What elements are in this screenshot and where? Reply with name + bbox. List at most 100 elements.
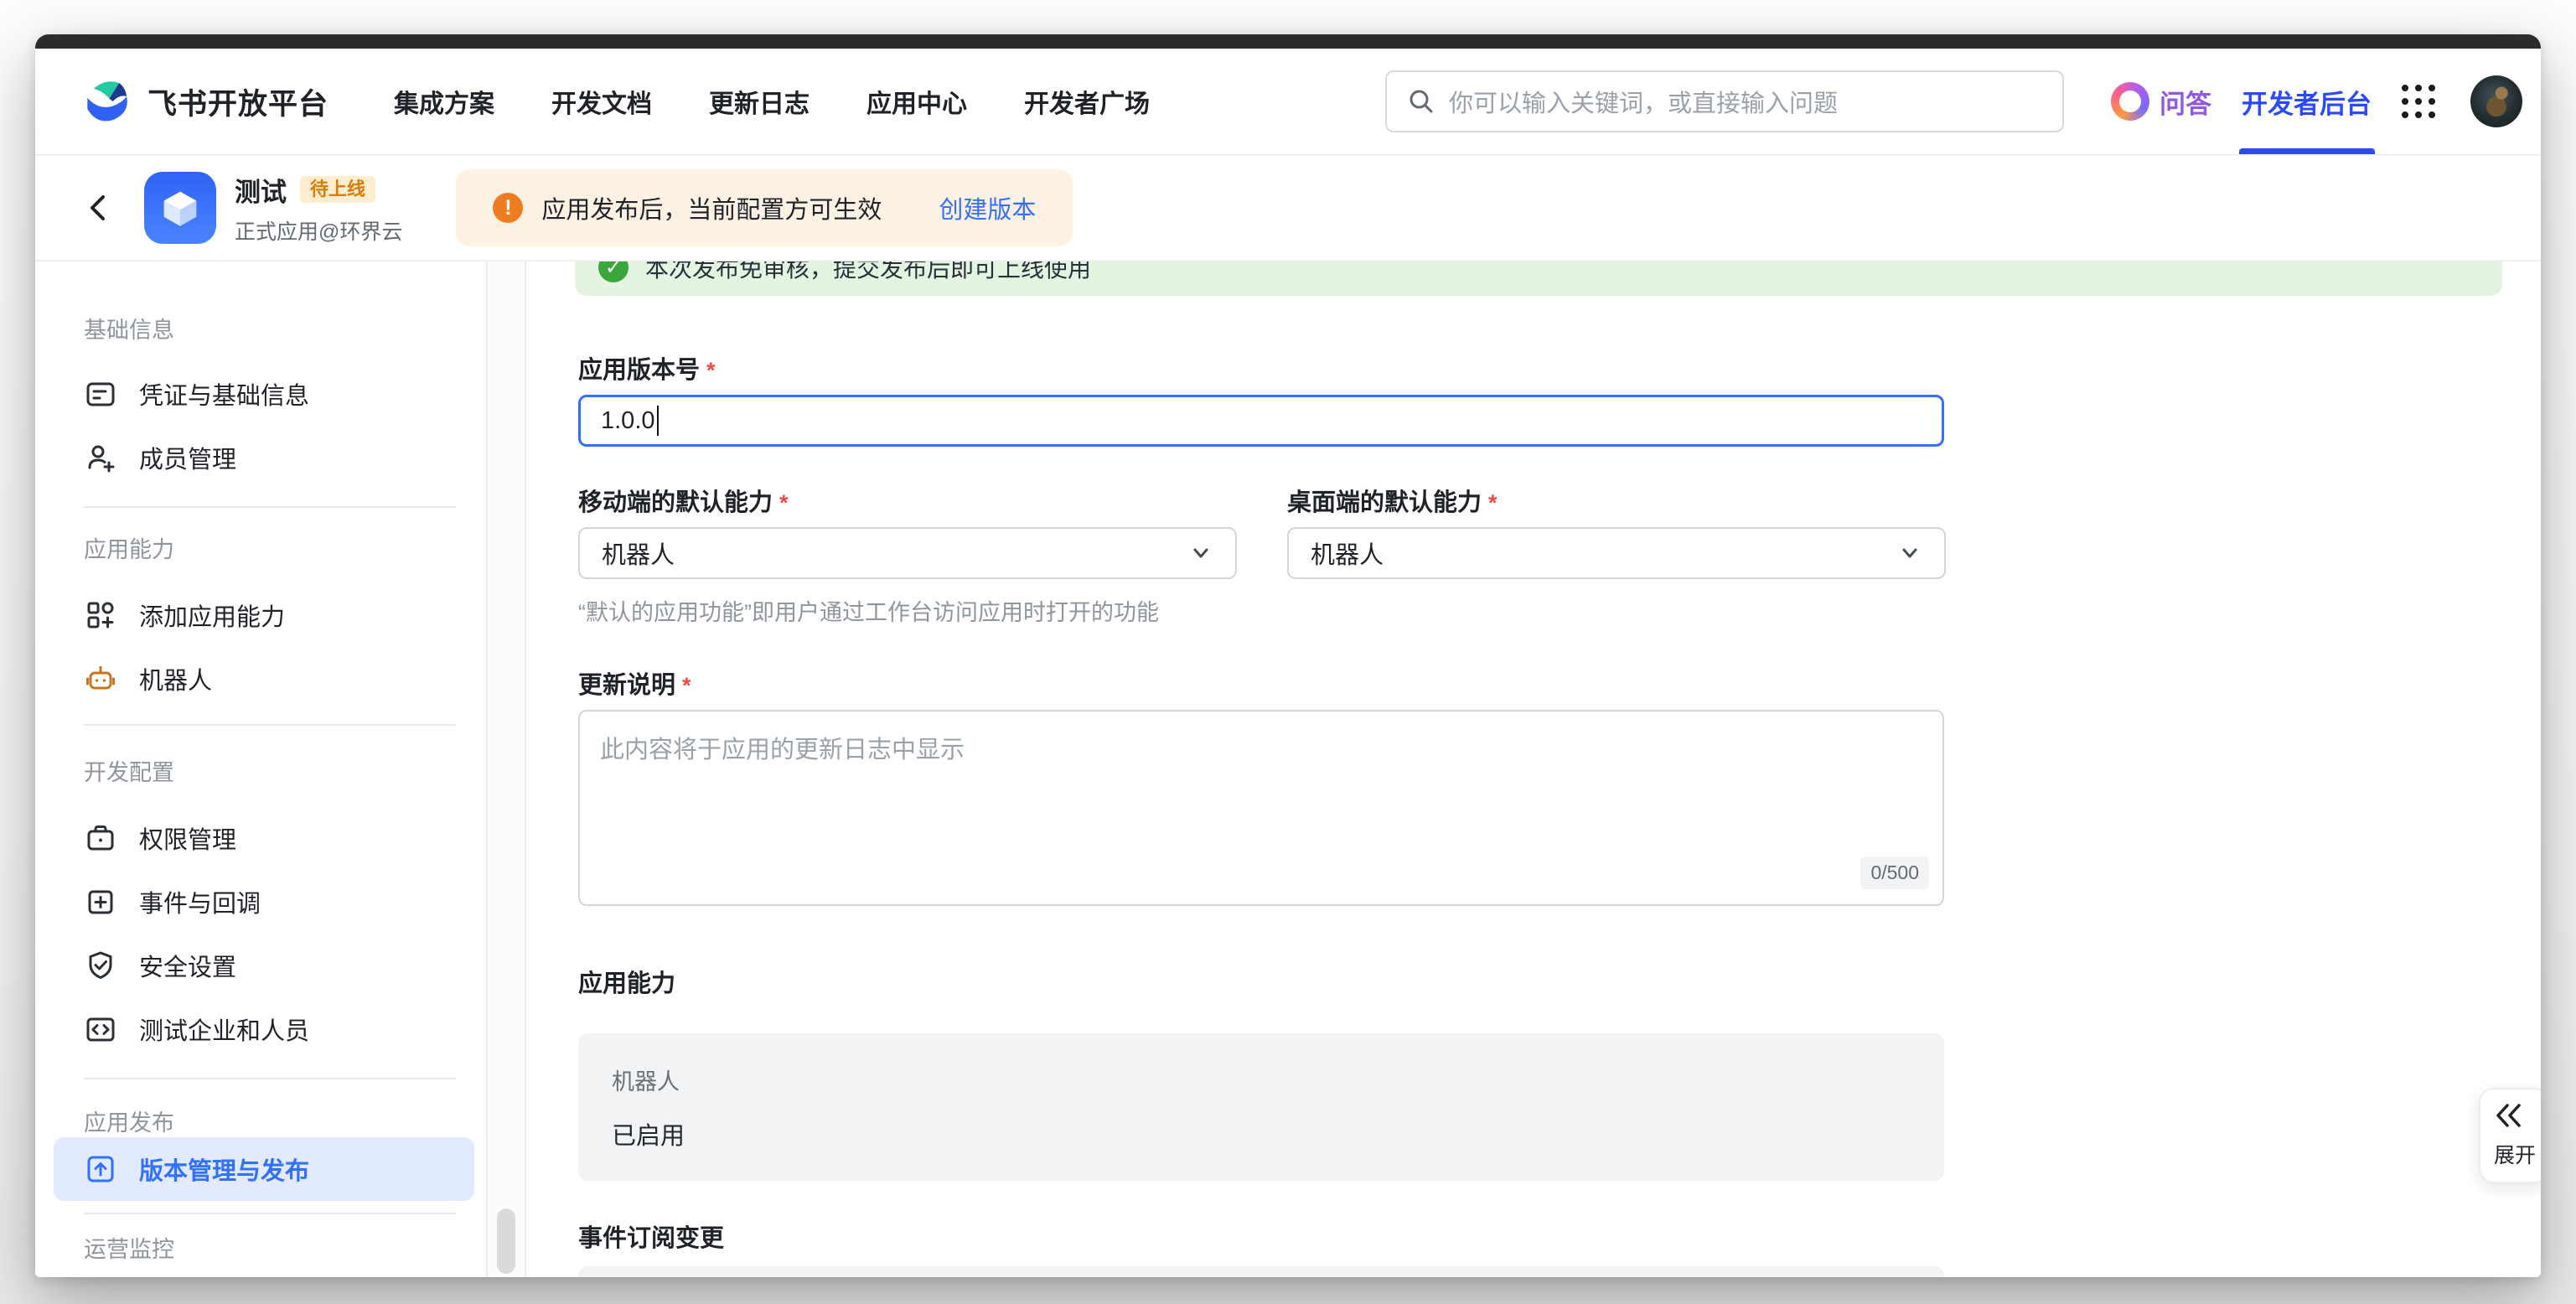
status-badge: 待上线 (300, 176, 375, 203)
top-navbar: 飞书开放平台 集成方案 开发文档 更新日志 应用中心 开发者广场 你可以输入关键… (35, 49, 2541, 156)
sidebar-divider (84, 1078, 456, 1079)
add-capability-icon (84, 598, 117, 632)
sidebar-item-label: 凭证与基础信息 (139, 376, 309, 411)
nav-item-app-center[interactable]: 应用中心 (866, 83, 967, 120)
sidebar-section-monitoring: 运营监控 (35, 1235, 486, 1264)
desktop-capability-label: 桌面端的默认能力* (1287, 489, 1946, 517)
app-subtitle: 正式应用@环界云 (235, 215, 402, 246)
search-placeholder: 你可以输入关键词，或直接输入问题 (1449, 84, 1838, 119)
sidebar: 基础信息 凭证与基础信息 成员管理 应用能力 (35, 261, 486, 1277)
create-version-link[interactable]: 创建版本 (939, 190, 1036, 225)
app-icon (144, 172, 216, 244)
shield-check-icon (84, 949, 117, 982)
nav-menu: 集成方案 开发文档 更新日志 应用中心 开发者广场 (394, 83, 1150, 120)
sidebar-item-bot[interactable]: 机器人 (35, 647, 486, 711)
sidebar-item-label: 机器人 (139, 661, 212, 696)
sidebar-item-permissions[interactable]: 权限管理 (35, 806, 486, 870)
active-tab-underline (2239, 148, 2375, 154)
qa-gradient-icon (2111, 82, 2149, 121)
sidebar-divider (84, 1213, 456, 1214)
events-card (578, 1266, 1944, 1277)
expand-label: 展开 (2494, 1139, 2536, 1169)
developer-console-tab[interactable]: 开发者后台 (2242, 49, 2372, 154)
app-grid-icon[interactable] (2402, 85, 2435, 118)
chevron-down-icon (1188, 541, 1213, 566)
sidebar-item-events[interactable]: 事件与回调 (35, 870, 486, 934)
capability-card: 机器人 已启用 (578, 1033, 1944, 1181)
mobile-capability-label: 移动端的默认能力* (578, 489, 1237, 517)
app-meta: 测试 待上线 正式应用@环界云 (235, 171, 402, 246)
robot-icon (84, 662, 117, 696)
briefcase-lock-icon (84, 821, 117, 855)
nav-item-changelog[interactable]: 更新日志 (709, 83, 810, 120)
required-mark: * (682, 673, 691, 698)
sidebar-item-add-capability[interactable]: 添加应用能力 (35, 583, 486, 647)
search-icon (1407, 87, 1435, 116)
cube-icon (156, 184, 204, 232)
code-brackets-icon (84, 1012, 117, 1046)
warning-icon: ! (493, 193, 523, 223)
sidebar-item-members[interactable]: 成员管理 (35, 426, 486, 489)
sidebar-item-label: 权限管理 (139, 820, 236, 856)
user-avatar[interactable] (2470, 75, 2522, 127)
sidebar-item-label: 事件与回调 (139, 884, 261, 919)
release-notes-textarea[interactable]: 此内容将于应用的更新日志中显示 0/500 (578, 710, 1944, 906)
sidebar-item-credentials[interactable]: 凭证与基础信息 (35, 362, 486, 426)
event-callback-icon (84, 885, 117, 918)
feishu-logo[interactable]: 飞书开放平台 (79, 74, 328, 129)
app-header: 测试 待上线 正式应用@环界云 ! 应用发布后，当前配置方可生效 创建版本 (35, 156, 2541, 261)
required-mark: * (779, 490, 789, 515)
sidebar-item-test-org[interactable]: 测试企业和人员 (35, 997, 486, 1061)
sidebar-section-devconfig: 开发配置 (35, 758, 486, 787)
sidebar-item-version-release[interactable]: 版本管理与发布 (54, 1137, 474, 1201)
success-banner: ✓ 本次发布免审核，提交发布后即可上线使用 (575, 261, 2502, 296)
nav-item-docs[interactable]: 开发文档 (551, 83, 652, 120)
version-input[interactable]: 1.0.0 (578, 395, 1944, 447)
window-titlebar (35, 34, 2541, 49)
char-counter: 0/500 (1860, 856, 1929, 889)
required-mark: * (706, 358, 716, 383)
events-section-title: 事件订阅变更 (578, 1224, 2541, 1253)
qa-link[interactable]: 问答 (2111, 82, 2211, 121)
main-panel: ✓ 本次发布免审核，提交发布后即可上线使用 应用版本号* 1.0.0 移动端的默… (526, 261, 2541, 1277)
sidebar-section-capability: 应用能力 (35, 536, 486, 564)
mobile-capability-value: 机器人 (602, 536, 675, 571)
nav-item-solutions[interactable]: 集成方案 (394, 83, 494, 120)
sidebar-section-basic: 基础信息 (35, 316, 486, 344)
required-mark: * (1488, 490, 1497, 515)
sidebar-item-security[interactable]: 安全设置 (35, 934, 486, 997)
feishu-logo-icon (79, 74, 134, 129)
sidebar-item-label: 安全设置 (139, 948, 236, 983)
developer-console-label: 开发者后台 (2242, 83, 2372, 121)
double-chevron-left-icon (2494, 1102, 2524, 1129)
mobile-capability-select[interactable]: 机器人 (578, 527, 1237, 579)
scrollbar-thumb[interactable] (497, 1208, 515, 1274)
capability-name: 机器人 (612, 1063, 1911, 1096)
sidebar-scrollbar[interactable] (486, 261, 526, 1277)
nav-right-cluster: 问答 开发者后台 (2111, 49, 2522, 154)
capability-section-title: 应用能力 (578, 970, 2541, 998)
search-input[interactable]: 你可以输入关键词，或直接输入问题 (1385, 70, 2064, 132)
capability-status: 已启用 (612, 1116, 1911, 1151)
success-check-icon: ✓ (598, 261, 628, 282)
version-release-icon (84, 1152, 117, 1186)
version-label: 应用版本号* (578, 356, 2541, 385)
sidebar-item-label: 版本管理与发布 (139, 1151, 309, 1187)
release-notes-label: 更新说明* (578, 671, 2541, 700)
desktop-capability-select[interactable]: 机器人 (1287, 527, 1946, 579)
expand-panel-button[interactable]: 展开 (2479, 1088, 2541, 1183)
content-area: 基础信息 凭证与基础信息 成员管理 应用能力 (35, 261, 2541, 1277)
sidebar-item-label: 成员管理 (139, 440, 236, 475)
member-add-icon (84, 441, 117, 474)
text-cursor (657, 406, 660, 436)
release-notes-placeholder: 此内容将于应用的更新日志中显示 (600, 730, 1922, 765)
browser-window: 飞书开放平台 集成方案 开发文档 更新日志 应用中心 开发者广场 你可以输入关键… (35, 34, 2541, 1277)
default-capability-hint: “默认的应用功能”即用户通过工作台访问应用时打开的功能 (578, 594, 1237, 621)
sidebar-item-label: 添加应用能力 (139, 598, 285, 633)
nav-item-marketplace[interactable]: 开发者广场 (1024, 83, 1150, 120)
publish-warning-banner: ! 应用发布后，当前配置方可生效 创建版本 (456, 169, 1073, 246)
back-arrow-icon[interactable] (82, 191, 116, 225)
sidebar-item-label: 测试企业和人员 (139, 1012, 309, 1047)
desktop-capability-value: 机器人 (1311, 536, 1384, 571)
sidebar-divider (84, 506, 456, 508)
